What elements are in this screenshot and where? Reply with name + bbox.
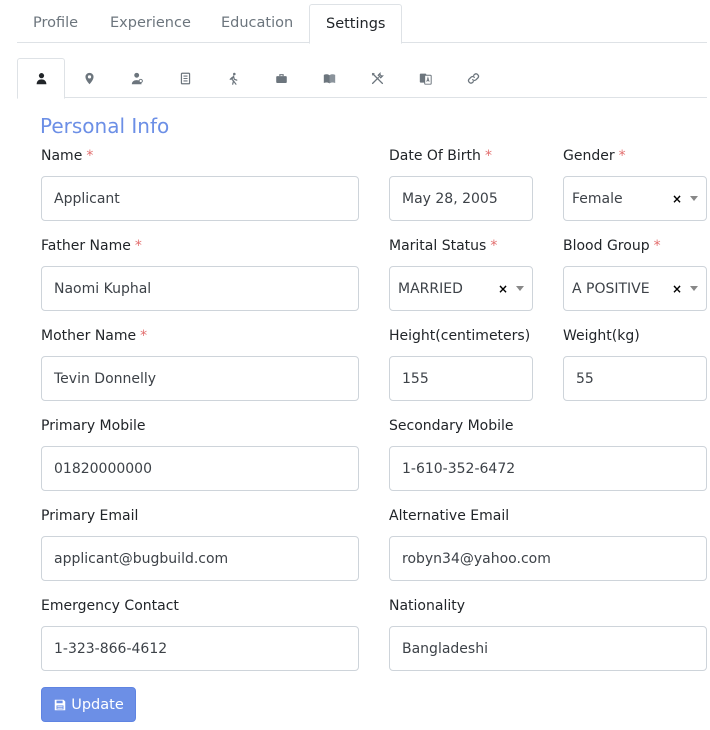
save-icon [54,699,66,710]
clear-icon[interactable]: × [672,282,682,296]
emergency-contact-field[interactable]: 1-323-866-4612 [41,626,359,671]
secondary-mobile-label: Secondary Mobile [389,418,514,434]
nationality-label: Nationality [389,598,466,614]
primary-mobile-field[interactable]: 01820000000 [41,446,359,491]
clear-icon[interactable]: × [672,192,682,206]
blood-group-label: Blood Group * [563,238,661,254]
dob-label: Date Of Birth * [389,148,492,164]
subtab-activity[interactable] [209,58,257,98]
marital-status-label: Marital Status * [389,238,498,254]
alternative-email-label: Alternative Email [389,508,510,524]
briefcase-icon [275,73,287,83]
subtab-training[interactable] [305,58,353,98]
gender-select[interactable]: Female × [563,176,707,221]
required-mark: * [86,148,94,164]
tab-profile[interactable]: Profile [17,4,94,43]
required-mark: * [653,238,661,254]
caret-down-icon[interactable] [690,286,698,291]
marital-status-select[interactable]: MARRIED × [389,266,533,311]
name-label: Name * [41,148,94,164]
subtab-personal[interactable] [17,58,65,99]
user-cog-icon [131,72,143,84]
tools-icon [371,71,384,84]
dob-field[interactable]: May 28, 2005 [389,176,533,221]
clear-icon[interactable]: × [498,282,508,296]
alternative-email-field[interactable]: robyn34@yahoo.com [389,536,707,581]
subtab-skills[interactable] [353,58,401,98]
required-mark: * [484,148,492,164]
primary-mobile-label: Primary Mobile [41,418,146,434]
blood-group-select[interactable]: A POSITIVE × [563,266,707,311]
gender-value: Female [572,190,623,207]
subtab-documents[interactable] [161,58,209,98]
main-tab-bar: Profile Experience Education Settings [17,0,707,44]
mother-name-field[interactable]: Tevin Donnelly [41,356,359,401]
required-mark: * [134,238,142,254]
weight-label: Weight(kg) [563,328,640,344]
height-label: Height(centimeters) [389,328,531,344]
subtab-work[interactable] [257,58,305,98]
nationality-field[interactable]: Bangladeshi [389,626,707,671]
settings-icon-tab-bar [17,58,707,99]
required-mark: * [618,148,626,164]
tab-settings[interactable]: Settings [309,4,403,44]
secondary-mobile-field[interactable]: 1-610-352-6472 [389,446,707,491]
tab-education[interactable]: Education [205,4,309,43]
father-name-field[interactable]: Naomi Kuphal [41,266,359,311]
subtab-language[interactable] [401,58,449,98]
marital-status-value: MARRIED [398,280,463,297]
update-button[interactable]: Update [41,687,136,722]
emergency-contact-label: Emergency Contact [41,598,179,614]
gender-label: Gender * [563,148,626,164]
language-icon [419,73,432,85]
subtab-links[interactable] [449,58,497,98]
father-name-label: Father Name * [41,238,142,254]
primary-email-field[interactable]: applicant@bugbuild.com [41,536,359,581]
map-pin-icon [84,72,94,84]
blood-group-value: A POSITIVE [572,280,650,297]
subtab-other-info[interactable] [113,58,161,98]
primary-email-label: Primary Email [41,508,139,524]
required-mark: * [490,238,498,254]
caret-down-icon[interactable] [690,196,698,201]
tab-experience[interactable]: Experience [94,4,207,43]
caret-down-icon[interactable] [516,286,524,291]
name-field[interactable]: Applicant [41,176,359,221]
walking-icon [229,72,237,85]
book-icon [323,73,335,83]
link-icon [467,72,479,84]
section-title: Personal Info [40,114,170,138]
height-field[interactable]: 155 [389,356,533,401]
required-mark: * [140,328,148,344]
user-icon [36,73,46,85]
weight-field[interactable]: 55 [563,356,707,401]
mother-name-label: Mother Name * [41,328,148,344]
subtab-address[interactable] [65,58,113,98]
update-button-label: Update [71,696,124,713]
file-icon [180,72,190,84]
